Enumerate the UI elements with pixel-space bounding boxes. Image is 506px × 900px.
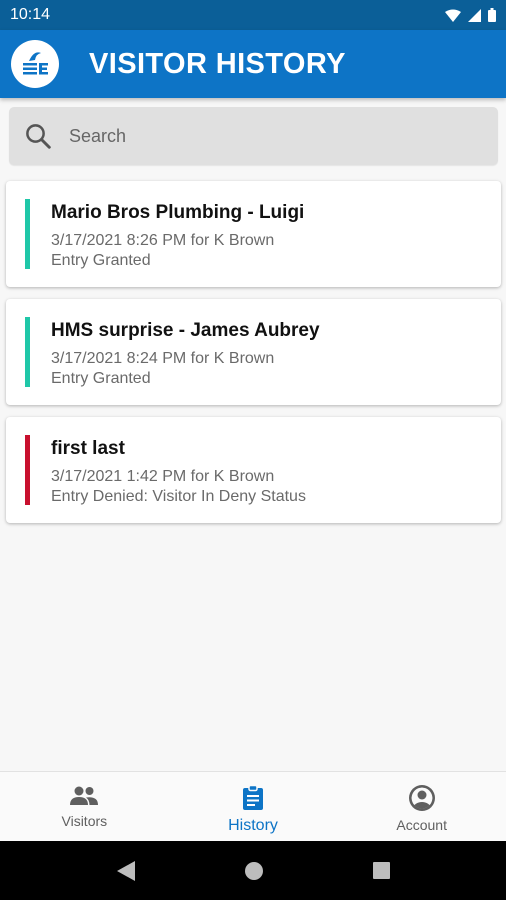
signal-icon xyxy=(468,8,481,22)
search-input[interactable] xyxy=(67,124,451,148)
app-bar: VISITOR HISTORY xyxy=(0,30,506,98)
logo-icon xyxy=(23,52,48,75)
visit-datetime: 3/17/2021 1:42 PM for K Brown xyxy=(51,468,275,485)
bottom-navigation: Visitors History Account xyxy=(0,771,506,842)
page-title: VISITOR HISTORY xyxy=(89,47,346,80)
status-indicator-granted xyxy=(25,199,30,269)
search-icon xyxy=(26,124,51,149)
battery-icon xyxy=(488,8,496,22)
search-bar[interactable] xyxy=(9,107,498,165)
nav-label-account: Account xyxy=(396,817,447,833)
nav-tab-visitors[interactable]: Visitors xyxy=(0,772,169,842)
people-icon xyxy=(70,786,99,805)
visitor-name: Mario Bros Plumbing - Luigi xyxy=(51,202,305,223)
status-indicator-denied xyxy=(25,435,30,505)
wifi-icon xyxy=(445,9,461,22)
status-indicator-granted xyxy=(25,317,30,387)
clipboard-icon xyxy=(243,785,263,810)
nav-label-visitors: Visitors xyxy=(61,813,108,829)
nav-label-history: History xyxy=(228,817,278,834)
app-logo xyxy=(11,40,59,88)
status-time: 10:14 xyxy=(10,6,51,23)
account-circle-icon xyxy=(408,785,435,811)
status-bar: 10:14 xyxy=(0,0,506,30)
visit-datetime: 3/17/2021 8:24 PM for K Brown xyxy=(51,350,275,367)
visitor-name: first last xyxy=(51,438,125,459)
entry-status: Entry Granted xyxy=(51,370,151,387)
recents-icon[interactable] xyxy=(372,862,390,879)
nav-tab-history[interactable]: History xyxy=(169,772,338,842)
history-card[interactable]: Mario Bros Plumbing - Luigi 3/17/2021 8:… xyxy=(6,181,501,287)
back-icon[interactable] xyxy=(116,860,135,881)
nav-tab-account[interactable]: Account xyxy=(337,772,506,842)
entry-status: Entry Granted xyxy=(51,252,151,269)
system-nav-bar xyxy=(0,841,506,900)
status-icons xyxy=(445,8,496,22)
visit-datetime: 3/17/2021 8:26 PM for K Brown xyxy=(51,232,275,249)
home-icon[interactable] xyxy=(244,861,263,880)
visitor-name: HMS surprise - James Aubrey xyxy=(51,320,320,341)
entry-status: Entry Denied: Visitor In Deny Status xyxy=(51,488,306,505)
history-card[interactable]: HMS surprise - James Aubrey 3/17/2021 8:… xyxy=(6,299,501,405)
history-card[interactable]: first last 3/17/2021 1:42 PM for K Brown… xyxy=(6,417,501,523)
